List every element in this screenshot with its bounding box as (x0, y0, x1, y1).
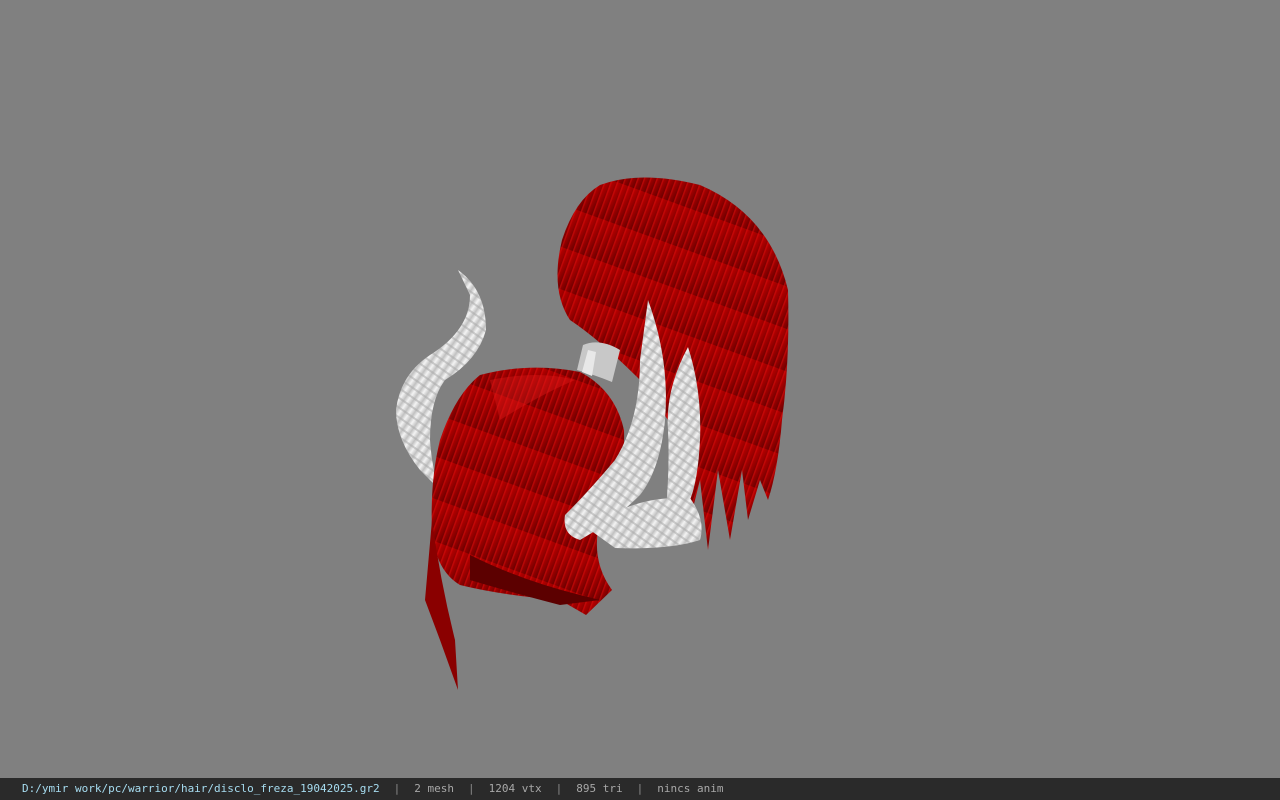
mesh-count: 2 mesh (414, 782, 454, 795)
separator: | (393, 782, 401, 795)
anim-status: nincs anim (657, 782, 724, 795)
file-path: D:/ymir work/pc/warrior/hair/disclo_frez… (22, 782, 380, 795)
vertex-count: 1204 vtx (488, 782, 542, 795)
status-bar: D:/ymir work/pc/warrior/hair/disclo_frez… (0, 778, 1280, 800)
separator: | (468, 782, 475, 795)
model-render (396, 177, 789, 690)
separator: | (555, 782, 563, 795)
3d-viewport[interactable] (0, 0, 1280, 778)
separator: | (636, 782, 644, 795)
triangle-count: 895 tri (576, 782, 623, 795)
